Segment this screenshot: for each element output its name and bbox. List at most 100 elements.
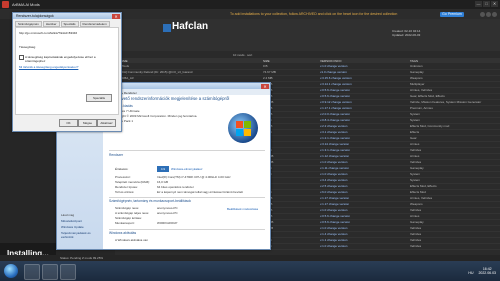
row-tags: Effects Mod (410, 190, 426, 194)
maximize-button[interactable]: □ (483, 1, 490, 7)
row-tags: Gameplay (410, 166, 424, 170)
go-premium-button[interactable]: Go Premium (440, 12, 464, 17)
row-version[interactable]: v.1.2.1 change version (320, 136, 350, 140)
row-version[interactable]: v.1.11 change version (320, 166, 349, 170)
computer-name-label: Számítógép neve: (115, 206, 140, 210)
row-version[interactable]: v.2.5 change version (320, 184, 347, 188)
processor-label: Processzor: (115, 175, 131, 179)
row-tags: System (410, 172, 421, 176)
row-version[interactable]: v.1.1 change version (320, 238, 347, 242)
row-tags: Gear (410, 136, 417, 140)
rating-badge[interactable]: 4.9 (157, 166, 169, 172)
row-version[interactable]: v.1.12 change version (320, 154, 349, 158)
taskbar-browser-icon[interactable] (42, 264, 58, 280)
app-title: ArBMA Al Mods (12, 2, 40, 7)
close-icon[interactable]: ✕ (261, 83, 269, 89)
rating-link[interactable]: Windows-élménykalauz (171, 167, 203, 171)
row-tags: Vehicles (410, 148, 422, 152)
row-tags: Weapons (410, 76, 423, 80)
row-version[interactable]: v.1.0 change version (320, 64, 347, 68)
row-version[interactable]: v.0.5.6 change version (320, 94, 350, 98)
system-heading: Alapvető rendszerinformációk megjeleníté… (113, 96, 230, 101)
see-also-heading: Lásd még (61, 213, 75, 217)
change-settings-link[interactable]: Beállítások módosítása (227, 207, 258, 211)
row-version[interactable]: v.0.8.4 change version (320, 118, 350, 122)
row-version[interactable]: v.3.14 change version (320, 142, 349, 146)
row-version[interactable]: v.1.0 change version (320, 208, 347, 212)
windows-logo-icon (228, 113, 258, 143)
see-link-performance[interactable]: Teljesítményadatok és eszközök (61, 231, 103, 239)
row-version[interactable]: v.2.2 change version (320, 124, 347, 128)
collection-notice: To add installations to your collection,… (230, 12, 398, 16)
remote-assist-checkbox[interactable] (19, 55, 24, 60)
row-version[interactable]: v.6.0 change version (320, 190, 347, 194)
row-tags: Armies (410, 142, 420, 146)
row-version[interactable]: v1.0 change version (320, 70, 347, 74)
row-version[interactable]: v.0.9.12 change version (320, 100, 352, 104)
advanced-button[interactable]: Speciális (86, 94, 112, 102)
row-version[interactable]: v.3.14.1 change version (320, 82, 352, 86)
taskbar-explorer-icon[interactable] (24, 264, 40, 280)
system-properties-dialog: Rendszer-tulajdonságok ✕ Számítógépnév Ha… (12, 12, 122, 132)
row-tags: Vehicles (410, 226, 422, 230)
row-version[interactable]: v.1.0 change version (320, 160, 347, 164)
tray-lang[interactable]: HU (468, 271, 473, 275)
row-version[interactable]: v.3.1 change version (320, 130, 347, 134)
row-version[interactable]: v.0.5.6 change version (320, 88, 350, 92)
row-version[interactable]: v.1.17 change version (320, 202, 349, 206)
ram-label: Telepített memória (RAM): (115, 180, 151, 184)
copyright-text: Copyright © 2009 Microsoft Corporation. … (113, 114, 198, 118)
row-tags: Vehicles (410, 244, 422, 248)
row-version[interactable]: v.0.5.6 change version (320, 220, 350, 224)
notification-icon[interactable] (480, 12, 485, 17)
collection-name: Hafclan (172, 21, 209, 32)
close-button[interactable]: ✕ (491, 1, 498, 7)
remote-assist-help-link[interactable]: Mi történik a távsegítség engedélyezések… (19, 65, 115, 69)
app-titlebar: ArBMA Al Mods — □ ✕ (0, 0, 500, 9)
see-link-windows-update[interactable]: Windows Update (61, 225, 84, 229)
row-version[interactable]: v.1.4 change version (320, 232, 347, 236)
ok-button[interactable]: OK (59, 119, 78, 127)
pen-value: Ez a képernyő nem támogat tollal vagy ér… (157, 190, 243, 194)
remote-assist-check-label[interactable]: A távsegítség kapcsolatának engedélyezés… (25, 55, 115, 63)
collection-avatar (163, 24, 171, 32)
row-tags: Armies, Vehicles (410, 196, 433, 200)
settings-icon[interactable] (486, 12, 491, 17)
row-tags: Vehicle, Mission Features, System Missio… (410, 100, 482, 104)
row-version[interactable]: v.1.17 change version (320, 196, 349, 200)
cancel-button[interactable]: Mégse (78, 119, 97, 127)
see-link-action-center[interactable]: Műveletközpont (61, 219, 82, 223)
row-version[interactable]: v.1.0 change version (320, 172, 347, 176)
computer-name-value: anonymous-PC (157, 206, 178, 210)
row-version[interactable]: v.1.0 change version (320, 226, 347, 230)
system-tray[interactable]: HU 16:42 2022.06.03 (468, 267, 496, 275)
minimize-button[interactable]: — (475, 1, 482, 7)
row-version[interactable]: v.3.15.6 change version (320, 76, 352, 80)
row-size: 74.67 MB (263, 70, 276, 74)
processor-value: Intel(R) Core(TM) i7-4790K CPU @ 4.00GHz… (157, 175, 231, 179)
row-version[interactable]: v.1.17.1 change version (320, 106, 352, 110)
apply-button[interactable]: Alkalmaz (97, 119, 116, 127)
close-icon[interactable]: ✕ (112, 13, 120, 19)
taskbar-app-icon[interactable] (60, 264, 76, 280)
activation-value: A Windows aktiválva van (115, 238, 149, 242)
row-tags: Gear, Effects Mod, Effects (410, 94, 445, 98)
rating-label: Értékelés: (115, 167, 129, 171)
description-label: Számítógép leírása: (115, 216, 142, 220)
collection-stats: Created: 02-10 04:14 Updated: 2022-06-03 (392, 29, 420, 37)
ram-value: 16,0 GB (157, 180, 169, 184)
row-size: 2.4 MB (263, 76, 273, 80)
filter-row[interactable]: 10 mods · sort (115, 51, 500, 58)
row-version[interactable]: v.2.0.0 change version (320, 112, 350, 116)
row-tags: System (410, 118, 421, 122)
account-icon[interactable] (492, 12, 497, 17)
row-tags: Gameplay (410, 220, 424, 224)
row-version[interactable]: v.1.3.1 change version (320, 148, 350, 152)
row-version[interactable]: v.3.4 change version (320, 178, 347, 182)
start-button[interactable] (4, 264, 18, 278)
row-size: 0 B (263, 64, 268, 68)
row-tags: System (410, 112, 421, 116)
row-version[interactable]: v.1.0 change version (320, 244, 347, 248)
row-tags: Armies (410, 214, 420, 218)
row-version[interactable]: v.0.5.6 change version (320, 214, 350, 218)
